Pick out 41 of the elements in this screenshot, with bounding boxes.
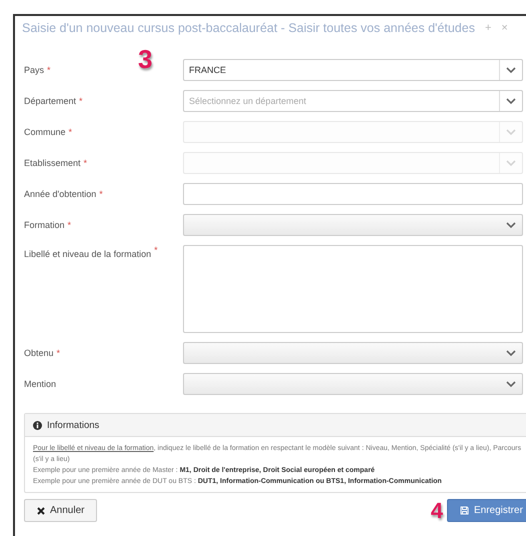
text-area[interactable] [183,245,523,333]
dropdown-field[interactable]: Sélectionnez un département [183,90,523,112]
chevron-icon [506,222,516,228]
field-label: Commune [24,127,66,137]
dropdown-field[interactable]: FRANCE [183,59,523,81]
dialog-title: Saisie d'un nouveau cursus post-baccalauréat - Saisir toutes vos années d'études [22,21,475,35]
x-icon [37,506,45,514]
chevron-icon [506,66,516,74]
field-label: Etablissement [24,158,81,168]
field-label: Obtenu [24,348,54,358]
required-mark: * [79,96,83,106]
info-icon [33,420,42,430]
required-mark: * [84,158,88,168]
window-control[interactable]: × [501,22,508,34]
required-mark: * [68,220,72,230]
required-mark: * [154,245,158,257]
chevron-icon [506,128,516,136]
panel-title: Informations [47,420,100,430]
cancel-button[interactable]: Annuler [24,499,98,522]
chevron-icon [506,380,516,388]
save-button[interactable]: Enregistrer [447,499,526,522]
step-number: 3 [138,46,152,72]
dropdown-field[interactable] [183,373,523,395]
field-label: Année d'obtention [24,189,96,199]
field-label: Pays [24,65,44,75]
chevron-icon [506,160,516,166]
required-mark: * [99,189,103,199]
field-label: Mention [24,379,56,389]
dropdown-field[interactable] [183,342,523,364]
chevron-icon [506,98,516,104]
dropdown-field[interactable] [183,214,523,236]
chevron-icon [506,350,516,356]
required-mark: * [68,127,72,137]
required-mark: * [56,348,60,358]
required-mark: * [47,65,51,75]
field-label: Libellé et niveau de la formation [24,249,152,259]
field-label: Département [24,96,76,106]
input-field[interactable] [183,183,523,205]
field-label: Formation [24,220,65,230]
step-number: 4 [430,500,443,522]
window-control[interactable]: + [484,22,492,34]
